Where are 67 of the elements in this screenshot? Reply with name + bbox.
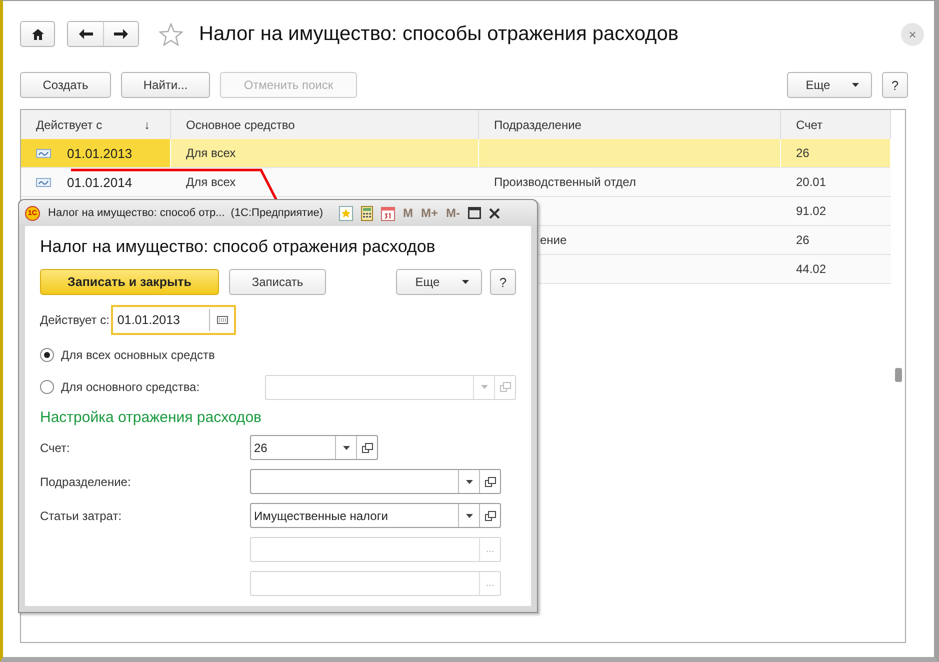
open-icon <box>362 442 372 452</box>
home-button[interactable] <box>20 21 55 47</box>
app-name: (1С:Предприятие) <box>230 207 324 219</box>
calculator-icon[interactable] <box>361 206 374 220</box>
toolbar-button[interactable]: Найти... <box>121 72 210 98</box>
field-label: Действует с: <box>40 313 110 327</box>
date-field[interactable]: 01.01.2013 <box>111 305 236 335</box>
caret-icon <box>466 480 472 484</box>
select-field[interactable] <box>250 469 501 494</box>
select-field[interactable]: Имущественные налоги <box>250 503 501 528</box>
section-title: Настройка отражения расходов <box>40 409 262 426</box>
maximize-icon[interactable] <box>468 207 482 219</box>
table-cell: 44.02 <box>796 262 826 276</box>
table-cell: 26 <box>796 146 810 160</box>
table-cell: Для всех <box>186 146 236 160</box>
caret-icon <box>480 385 488 389</box>
table-cell: 91.02 <box>796 204 826 218</box>
star-icon[interactable] <box>159 22 183 46</box>
record-icon <box>36 148 51 158</box>
dialog-heading: Налог на имущество: способ отражения расходов <box>40 237 436 257</box>
save-button[interactable]: Записать <box>229 269 326 295</box>
calendar-icon[interactable] <box>216 316 228 324</box>
radio-button[interactable] <box>40 380 54 394</box>
more-button[interactable]: Еще <box>396 269 482 295</box>
close-icon[interactable] <box>489 208 500 218</box>
field-label: Счет: <box>40 440 71 454</box>
table-cell: 01.01.2013 <box>67 146 132 160</box>
help-button[interactable]: ? <box>490 269 516 295</box>
back-button[interactable] <box>68 22 103 46</box>
table-cell: Производственный отдел <box>494 175 636 189</box>
save-close-button[interactable]: Записать и закрыть <box>40 269 219 295</box>
field-label: Подразделение: <box>40 474 132 488</box>
table-cell: 26 <box>796 233 810 247</box>
caret-icon <box>852 83 860 87</box>
record-icon <box>36 178 51 186</box>
forward-button[interactable] <box>103 22 138 46</box>
arrow-right-icon <box>114 29 128 39</box>
window-title: Налог на имущество: способы отражения расходов <box>199 22 678 46</box>
field-label: Статьи затрат: <box>40 508 123 522</box>
caret-icon <box>462 280 469 284</box>
table-cell: ение <box>540 233 567 247</box>
close-button[interactable]: × <box>901 22 924 46</box>
column-header[interactable]: Действует с ↓ <box>21 110 171 140</box>
open-icon <box>500 382 510 392</box>
dialog-title: Налог на имущество: способ отр... <box>48 207 225 219</box>
arrow-left-icon <box>78 29 92 39</box>
table-row[interactable]: 01.01.2014 Для всех Производственный отдел 20.01 <box>21 168 891 197</box>
column-header[interactable]: Основное средство <box>171 110 479 140</box>
radio-label[interactable]: Для основного средства: <box>61 380 200 394</box>
caret-icon <box>342 446 350 450</box>
table-cell: Для всех <box>186 175 236 189</box>
table-cell: 01.01.2014 <box>67 174 132 190</box>
radio-button[interactable] <box>40 348 54 362</box>
calendar-icon[interactable] <box>381 206 396 220</box>
column-header[interactable]: Подразделение <box>479 110 781 140</box>
more-button[interactable]: Еще <box>787 72 872 98</box>
column-header[interactable]: Счет <box>781 110 891 140</box>
open-icon <box>484 476 496 486</box>
caret-icon <box>466 514 472 518</box>
open-icon <box>484 510 496 520</box>
home-icon <box>32 28 44 40</box>
table-cell: 20.01 <box>796 175 826 189</box>
table-row[interactable]: 01.01.2013 Для всех 26 <box>21 139 891 168</box>
toolbar-button[interactable]: Создать <box>20 72 111 98</box>
select-field[interactable]: 26 <box>250 435 378 460</box>
radio-label[interactable]: Для всех основных средств <box>61 348 215 362</box>
help-button[interactable]: ? <box>882 72 908 98</box>
